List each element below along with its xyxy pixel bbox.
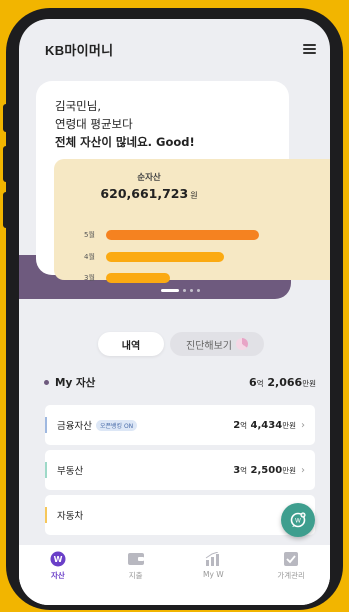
asset-amount: 2억 4,434만원 ›: [233, 420, 305, 431]
asset-name-text: 금융자산: [57, 421, 92, 432]
my-asset-title: My 자산: [44, 375, 95, 390]
net-asset-value: 620,661,723 원: [54, 186, 244, 201]
tab-history[interactable]: 내역: [98, 332, 164, 356]
bar-march: [106, 273, 170, 283]
chevron-right-icon: ›: [301, 419, 305, 431]
app-logo: KB마이머니: [45, 42, 114, 58]
bullet-icon: [44, 380, 49, 385]
pager-dot[interactable]: [183, 289, 186, 292]
bar-row-april: 4월: [84, 251, 224, 263]
asset-item-financial[interactable]: 금융자산 오픈뱅킹 ON 2억 4,434만원 ›: [45, 405, 315, 445]
open-banking-badge: 오픈뱅킹 ON: [95, 419, 138, 431]
amount-man: 2,500: [250, 464, 283, 476]
pager-dot[interactable]: [190, 289, 193, 292]
nav-item-my-w[interactable]: My W: [183, 551, 243, 579]
bottom-navigation: W 자산 지출 My W 가계관리: [19, 545, 330, 605]
chat-icon: W: [290, 512, 306, 528]
tab-history-label: 내역: [121, 340, 141, 352]
greeting-line-3: 전체 자산이 많네요. Good!: [55, 135, 195, 149]
unit-man: 만원: [282, 465, 296, 475]
asset-item-real-estate[interactable]: 부동산 3억 2,500만원 ›: [45, 450, 315, 490]
bar-label: 3월: [84, 274, 95, 282]
nav-label: My W: [203, 570, 224, 579]
my-asset-total: 6억 2,066만원: [249, 376, 316, 389]
unit-eok: 억: [240, 465, 248, 475]
checklist-icon: [282, 551, 300, 567]
unit-eok: 억: [256, 379, 264, 388]
nav-label: 지출: [128, 571, 143, 580]
greeting-text: 김국민님, 연령대 평균보다 전체 자산이 많네요. Good!: [55, 97, 195, 151]
accent-bar: [45, 507, 47, 523]
unit-man: 만원: [282, 420, 296, 430]
tab-diagnose[interactable]: 진단해보기: [170, 332, 264, 356]
unit-eok: 억: [240, 420, 248, 430]
asset-w-icon: W: [49, 551, 67, 567]
chevron-right-icon: ›: [301, 464, 305, 476]
accent-bar: [45, 417, 47, 433]
bar-row-march: 3월: [84, 272, 170, 284]
total-eok: 6: [248, 376, 257, 389]
nav-item-household[interactable]: 가계관리: [261, 551, 321, 581]
pager-dot-active[interactable]: [161, 289, 179, 292]
bar-label: 4월: [84, 253, 95, 261]
hamburger-menu-icon[interactable]: [303, 44, 316, 54]
net-asset-card[interactable]: 순자산 620,661,723 원 5월 4월 3월: [54, 159, 330, 283]
net-asset-unit: 원: [190, 191, 198, 200]
app-header: KB마이머니: [19, 19, 330, 79]
net-asset-amount: 620,661,723: [100, 186, 189, 201]
asset-name: 부동산: [57, 463, 83, 477]
carousel-pager[interactable]: [161, 289, 200, 292]
total-man: 2,066: [267, 376, 303, 389]
chat-assistant-fab[interactable]: W: [281, 503, 315, 537]
asset-name: 자동차: [57, 508, 83, 522]
wallet-icon: [127, 551, 145, 567]
net-asset-label: 순자산: [137, 173, 161, 183]
nav-label: 자산: [50, 571, 65, 580]
svg-text:W: W: [53, 555, 62, 564]
my-asset-summary: My 자산 6억 2,066만원: [44, 375, 316, 390]
bar-row-may: 5월: [84, 229, 259, 241]
bar-chart-icon: [204, 551, 222, 567]
nav-item-assets[interactable]: W 자산: [28, 551, 88, 581]
svg-text:W: W: [295, 518, 301, 525]
nav-item-spending[interactable]: 지출: [106, 551, 166, 581]
nav-label: 가계관리: [277, 571, 305, 580]
pie-chart-icon: [236, 338, 248, 350]
my-asset-title-text: My 자산: [55, 377, 96, 389]
asset-name: 금융자산 오픈뱅킹 ON: [57, 418, 138, 432]
amount-man: 4,434: [250, 419, 283, 431]
segment-tabs: 내역 진단해보기: [98, 332, 264, 356]
accent-bar: [45, 462, 47, 478]
asset-item-car[interactable]: 자동차: [45, 495, 315, 535]
tab-diagnose-label: 진단해보기: [186, 340, 232, 352]
bar-may: [106, 230, 259, 240]
bar-april: [106, 252, 224, 262]
greeting-line-2: 연령대 평균보다: [55, 117, 133, 131]
pager-dot[interactable]: [197, 289, 200, 292]
asset-name-text: 자동차: [57, 511, 84, 522]
app-screen: KB마이머니 김국민님, 연령대 평균보다 전체 자산이 많네요. Good! …: [19, 19, 330, 605]
unit-man: 만원: [302, 379, 316, 388]
greeting-line-1: 김국민님,: [55, 99, 101, 113]
asset-amount: 3억 2,500만원 ›: [233, 465, 305, 476]
bar-label: 5월: [84, 231, 95, 239]
asset-name-text: 부동산: [57, 466, 84, 477]
